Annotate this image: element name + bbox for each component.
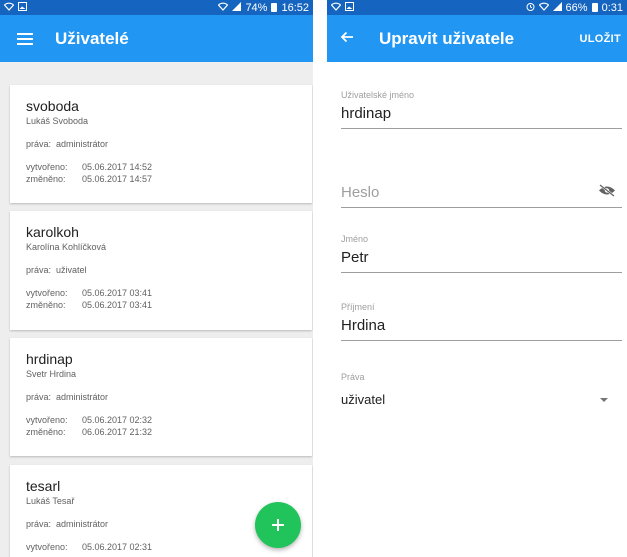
firstname-field[interactable]: Jméno Petr <box>341 234 622 273</box>
wifi-icon <box>218 2 229 14</box>
add-user-button[interactable] <box>255 502 301 548</box>
users-list-screen: 74% 16:52 Uživatelé svoboda Lukáš Svobod… <box>0 0 313 557</box>
rights-label: práva: <box>26 519 52 529</box>
save-button[interactable]: ULOŽIT <box>579 33 627 45</box>
status-bar: 66% 0:31 <box>327 0 627 15</box>
clock: 16:52 <box>281 1 309 14</box>
user-dates: vytvořeno: 05.06.2017 02:32 změněno: 06.06… <box>26 414 312 438</box>
created-label: vytvořeno: <box>26 288 68 298</box>
back-button[interactable] <box>327 15 367 62</box>
app-bar: Uživatelé <box>0 15 313 62</box>
back-arrow-icon <box>340 30 354 48</box>
battery-percent: 66% <box>565 1 588 14</box>
user-rights: práva: uživatel <box>26 265 312 275</box>
user-username: karolkoh <box>26 224 79 240</box>
created-value: 05.06.2017 03:41 <box>82 288 153 298</box>
wifi-icon <box>538 2 549 14</box>
wifi-icon <box>330 2 342 14</box>
user-dates: vytvořeno: 05.06.2017 03:41 změněno: 05.06… <box>26 287 312 311</box>
eye-off-icon[interactable] <box>598 184 616 202</box>
gallery-icon <box>18 1 27 14</box>
menu-button[interactable] <box>0 15 50 62</box>
rights-label: práva: <box>26 392 52 402</box>
page-title: Uživatelé <box>55 28 129 48</box>
changed-label: změněno: <box>26 300 66 310</box>
created-label: vytvořeno: <box>26 415 68 425</box>
rights-label: práva: <box>26 265 52 275</box>
rights-value: administrátor <box>56 392 109 402</box>
changed-label: změněno: <box>26 427 66 437</box>
rights-selected-value: uživatel <box>341 392 386 407</box>
firstname-label: Jméno <box>341 234 369 244</box>
username-input[interactable]: hrdinap <box>341 105 622 125</box>
user-card[interactable]: hrdinap Svetr Hrdina práva: administráto… <box>10 338 312 456</box>
page-title: Upravit uživatele <box>379 28 515 48</box>
firstname-underline <box>341 272 622 273</box>
wifi-icon <box>3 2 15 14</box>
firstname-input[interactable]: Petr <box>341 249 622 269</box>
alarm-icon <box>526 2 535 14</box>
user-rights: práva: administrátor <box>26 139 312 149</box>
password-underline <box>341 207 622 208</box>
created-value: 05.06.2017 02:31 <box>82 542 153 552</box>
lastname-input[interactable]: Hrdina <box>341 317 622 337</box>
signal-icon <box>232 1 242 14</box>
user-card[interactable]: karolkoh Karolína Kohlíčková práva: uživ… <box>10 211 312 330</box>
changed-value: 05.06.2017 14:57 <box>82 174 153 184</box>
lastname-field[interactable]: Příjmení Hrdina <box>341 302 622 341</box>
rights-value: administrátor <box>56 519 109 529</box>
rights-select[interactable]: uživatel <box>341 392 622 407</box>
changed-value: 06.06.2017 21:32 <box>82 427 153 437</box>
rights-label: Práva <box>341 372 365 382</box>
app-bar: Upravit uživatele ULOŽIT <box>327 15 627 62</box>
rights-field[interactable]: Práva uživatel <box>341 372 622 407</box>
rights-value: administrátor <box>56 139 109 149</box>
user-dates: vytvořeno: 05.06.2017 14:52 změněno: 05.06… <box>26 161 312 185</box>
battery-percent: 74% <box>245 1 268 14</box>
changed-label: změněno: <box>26 174 66 184</box>
user-username: hrdinap <box>26 351 73 367</box>
user-fullname: Karolína Kohlíčková <box>26 242 107 252</box>
password-field[interactable]: Heslo <box>341 179 622 208</box>
user-rights: práva: administrátor <box>26 392 312 402</box>
lastname-label: Příjmení <box>341 302 375 312</box>
password-input[interactable]: Heslo <box>341 184 622 204</box>
user-username: tesarl <box>26 478 61 494</box>
battery-icon <box>271 3 278 12</box>
user-fullname: Svetr Hrdina <box>26 369 77 379</box>
created-value: 05.06.2017 14:52 <box>82 162 153 172</box>
rights-value: uživatel <box>56 265 87 275</box>
rights-label: práva: <box>26 139 52 149</box>
plus-icon <box>272 519 284 531</box>
user-card[interactable]: svoboda Lukáš Svoboda práva: administrát… <box>10 85 312 203</box>
created-label: vytvořeno: <box>26 162 68 172</box>
battery-icon <box>591 3 598 12</box>
created-value: 05.06.2017 02:32 <box>82 415 153 425</box>
clock: 0:31 <box>601 1 623 14</box>
signal-icon <box>552 1 562 14</box>
user-fullname: Lukáš Svoboda <box>26 116 89 126</box>
username-field[interactable]: Uživatelské jméno hrdinap <box>341 90 622 129</box>
menu-icon <box>17 32 33 45</box>
created-label: vytvořeno: <box>26 542 68 552</box>
username-label: Uživatelské jméno <box>341 90 415 100</box>
gallery-icon <box>345 1 354 14</box>
status-bar: 74% 16:52 <box>0 0 313 15</box>
user-username: svoboda <box>26 98 79 114</box>
edit-user-screen: 66% 0:31 Upravit uživatele ULOŽIT Uživat… <box>327 0 627 557</box>
changed-value: 05.06.2017 03:41 <box>82 300 153 310</box>
dropdown-caret-icon <box>600 397 608 402</box>
username-underline <box>341 128 622 129</box>
lastname-underline <box>341 340 622 341</box>
